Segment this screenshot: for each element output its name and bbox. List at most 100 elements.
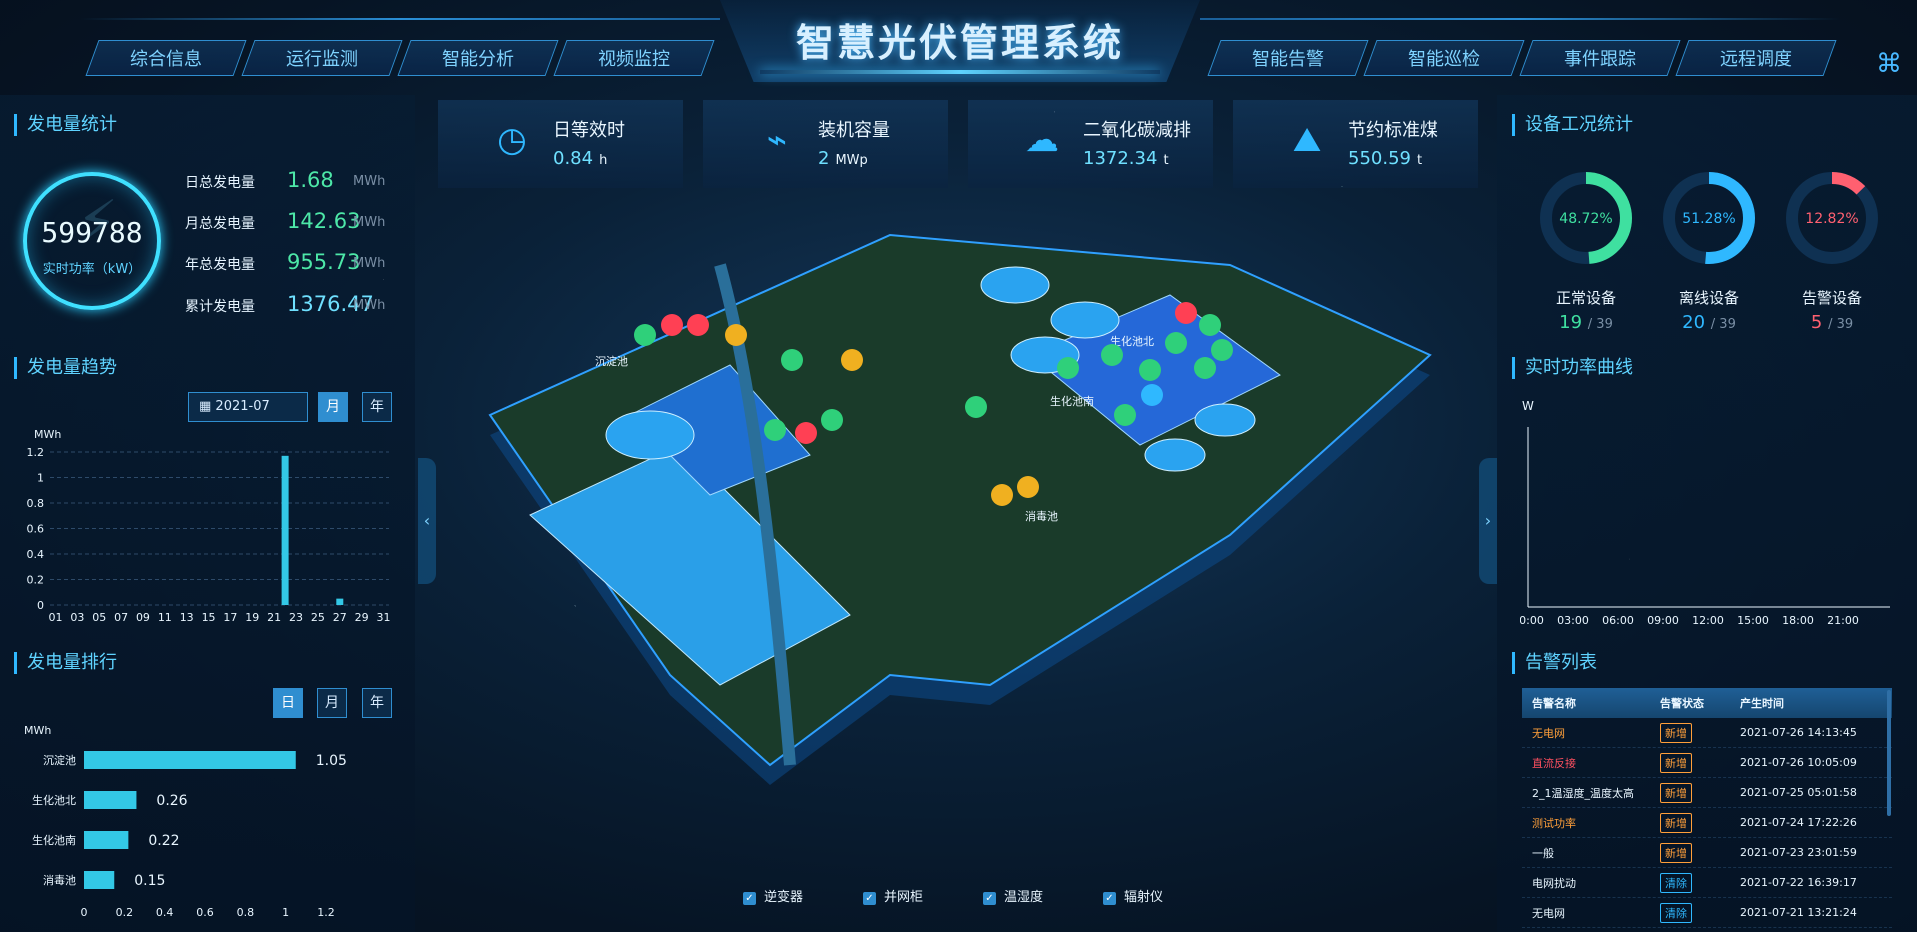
nav-label: 综合信息 — [130, 49, 202, 70]
map-marker-inverter-icon[interactable] — [1114, 404, 1136, 426]
count-total: / 39 — [1587, 317, 1613, 332]
map-marker-inverter-icon[interactable] — [1211, 339, 1233, 361]
count-value: 5 — [1810, 312, 1823, 333]
rank-month-button[interactable]: 月 — [317, 688, 347, 718]
kpi-value: 1372.34 t — [1083, 148, 1169, 169]
map-marker-grid-cabinet-icon[interactable] — [1017, 476, 1039, 498]
table-row[interactable]: 2_1温湿度_温度太高 新增 2021-07-25 05:01:58 — [1522, 778, 1892, 808]
alarm-scrollbar[interactable] — [1887, 690, 1891, 816]
collapse-left-button[interactable]: ‹ — [418, 458, 436, 584]
kpi-value: 550.59 t — [1348, 148, 1422, 169]
table-row[interactable]: 一般 新增 2021-07-23 23:01:59 — [1522, 838, 1892, 868]
stat-label: 月总发电量 — [185, 216, 255, 232]
nav-tab-analysis[interactable]: 智能分析 — [397, 40, 559, 76]
nav-tab-inspection[interactable]: 智能巡检 — [1363, 40, 1525, 76]
stat-yearly: 年总发电量 955.73 MWh — [185, 250, 385, 284]
date-value: 2021-07 — [215, 399, 270, 414]
nav-tab-video[interactable]: 视频监控 — [553, 40, 715, 76]
kpi-label: 装机容量 — [818, 120, 890, 141]
kpi-unit: MWp — [835, 153, 868, 168]
legend-label: 并网柜 — [884, 890, 924, 905]
x-tick-label: 19 — [245, 611, 259, 624]
map-marker-alarm-icon[interactable] — [687, 314, 709, 336]
alarm-time: 2021-07-23 23:01:59 — [1740, 846, 1857, 859]
status-badge: 清除 — [1660, 872, 1692, 893]
map-marker-alarm-icon[interactable] — [1175, 302, 1197, 324]
status-badge: 新增 — [1660, 782, 1692, 803]
table-row[interactable]: 无电网 清除 2021-07-21 13:21:24 — [1522, 898, 1892, 928]
map-marker-alarm-icon[interactable] — [795, 422, 817, 444]
map-marker-grid-cabinet-icon[interactable] — [841, 349, 863, 371]
kpi-number: 0.84 — [553, 148, 594, 169]
legend-radiation-checkbox[interactable]: ✓ 辐射仪 — [1103, 886, 1163, 905]
table-row[interactable]: 直流反接 新增 2021-07-26 10:05:09 — [1522, 748, 1892, 778]
checkbox-icon: ✓ — [983, 892, 996, 905]
kpi-value: 2 MWp — [818, 148, 868, 169]
bar — [281, 455, 289, 605]
nav-tab-events[interactable]: 事件跟踪 — [1519, 40, 1681, 76]
x-tick-label: 21:00 — [1827, 614, 1859, 627]
nav-label: 视频监控 — [598, 49, 670, 70]
clock-24-icon: ◷ — [497, 120, 527, 160]
device-offline-label: 离线设备 — [1678, 289, 1739, 307]
header-line-left — [80, 18, 720, 20]
table-row[interactable]: 电网扰动 清除 2021-07-22 16:39:17 — [1522, 868, 1892, 898]
realtime-power-value: 599788 — [41, 216, 143, 249]
power-line-chart: W 00:00 03:00 06:00 09:00 12:00 15:00 18:00 21:0… — [1520, 399, 1890, 627]
table-header-row: 告警名称 告警状态 产生时间 — [1522, 688, 1892, 718]
legend-label: 辐射仪 — [1124, 890, 1164, 905]
nav-tab-remote[interactable]: 远程调度 — [1675, 40, 1837, 76]
kpi-value: 0.84 h — [553, 148, 607, 169]
legend-cabinet-checkbox[interactable]: ✓ 并网柜 — [863, 886, 923, 905]
y-tick-label: 0 — [37, 599, 44, 612]
donut-percent: 12.82% — [1805, 211, 1858, 227]
x-tick-label: 29 — [355, 611, 369, 624]
map-marker-inverter-icon[interactable] — [1199, 314, 1221, 336]
plant-3d-map[interactable]: 沉淀池 生化池北 生化池南 消毒池 — [470, 225, 1450, 825]
table-row[interactable]: 无电网 新增 2021-07-26 14:13:45 — [1522, 718, 1892, 748]
count-value: 19 — [1559, 312, 1583, 333]
nav-tab-alarm[interactable]: 智能告警 — [1207, 40, 1369, 76]
device-alarm-count: 5 / 39 — [1777, 312, 1887, 333]
header: 智慧光伏管理系统 综合信息 运行监测 智能分析 视频监控 智能告警 智能巡检 事… — [0, 0, 1917, 88]
map-marker-inverter-icon[interactable] — [764, 419, 786, 441]
rank-day-button[interactable]: 日 — [273, 688, 303, 718]
map-marker-grid-cabinet-icon[interactable] — [725, 324, 747, 346]
nav-tab-monitoring[interactable]: 运行监测 — [241, 40, 403, 76]
trend-year-button[interactable]: 年 — [362, 392, 392, 422]
map-marker-inverter-icon[interactable] — [1101, 344, 1123, 366]
x-tick-label: 06:00 — [1602, 614, 1634, 627]
legend-inverter-checkbox[interactable]: ✓ 逆变器 — [743, 886, 803, 905]
x-tick-label: 0.6 — [196, 906, 214, 919]
month-date-picker[interactable]: ▦ 2021-07 — [188, 392, 308, 422]
section-title-ranking: 发电量排行 — [14, 652, 117, 674]
nav-tab-overview[interactable]: 综合信息 — [85, 40, 247, 76]
map-marker-inverter-icon[interactable] — [634, 324, 656, 346]
map-marker-humidity-icon[interactable] — [1141, 384, 1163, 406]
map-marker-inverter-icon[interactable] — [821, 409, 843, 431]
map-marker-inverter-icon[interactable] — [1165, 332, 1187, 354]
kpi-coal-saving: ⛰ 节约标准煤 550.59 t — [1233, 100, 1478, 188]
table-row[interactable]: 测试功率 新增 2021-07-24 17:22:26 — [1522, 808, 1892, 838]
map-marker-inverter-icon[interactable] — [1139, 359, 1161, 381]
x-tick-label: 00:00 — [1520, 614, 1544, 627]
map-marker-inverter-icon[interactable] — [781, 349, 803, 371]
rank-year-button[interactable]: 年 — [362, 688, 392, 718]
map-marker-radiation-icon[interactable] — [965, 396, 987, 418]
status-badge: 新增 — [1660, 812, 1692, 833]
map-marker-alarm-icon[interactable] — [661, 314, 683, 336]
stat-value: 955.73 — [287, 250, 361, 274]
alarm-table: 告警名称 告警状态 产生时间 无电网 新增 2021-07-26 14:13:45 直… — [1522, 688, 1892, 928]
legend-humidity-checkbox[interactable]: ✓ 温湿度 — [983, 886, 1043, 905]
value-label: 1.05 — [316, 753, 347, 769]
stat-unit: MWh — [353, 215, 386, 230]
x-tick-label: 12:00 — [1692, 614, 1724, 627]
x-tick-label: 15:00 — [1737, 614, 1769, 627]
map-marker-inverter-icon[interactable] — [1194, 357, 1216, 379]
collapse-right-button[interactable]: › — [1479, 458, 1497, 584]
trend-month-button[interactable]: 月 — [318, 392, 348, 422]
map-marker-grid-cabinet-icon[interactable] — [991, 484, 1013, 506]
map-marker-inverter-icon[interactable] — [1057, 357, 1079, 379]
donut-percent: 48.72% — [1559, 211, 1612, 227]
app-grid-icon[interactable]: ⌘ — [1875, 50, 1903, 78]
